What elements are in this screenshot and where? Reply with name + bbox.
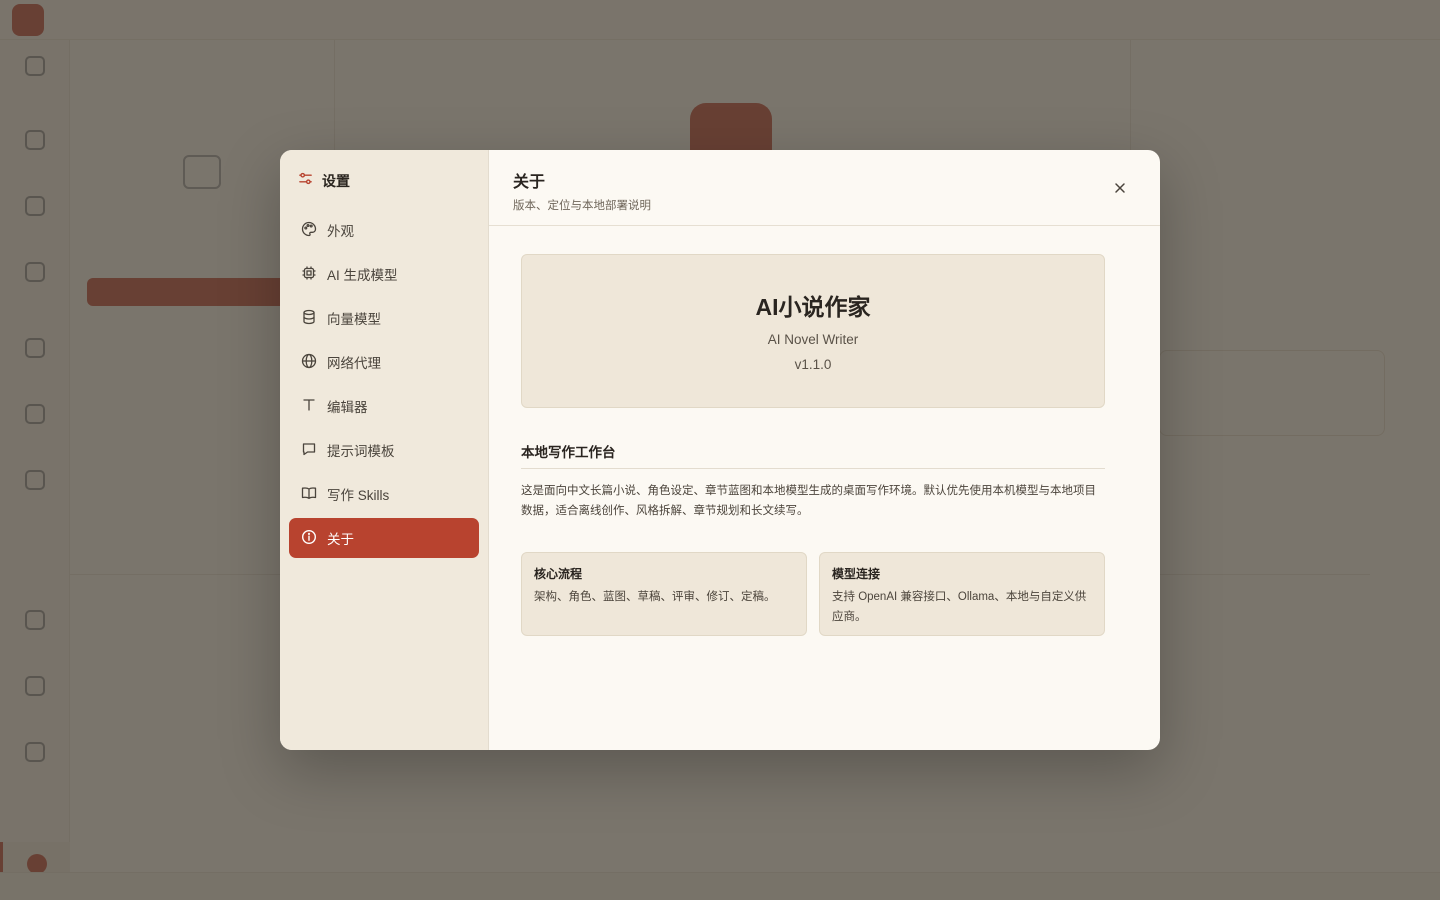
nav-item-label: 外观 bbox=[327, 224, 354, 239]
chat-icon bbox=[301, 441, 317, 460]
nav-item-label: 网络代理 bbox=[327, 356, 381, 371]
settings-header: 设置 bbox=[289, 170, 479, 192]
settings-sidebar: 设置 外观 AI 生成模型 向量模型 网络代理 编辑器 提示词模板 写作 Ski… bbox=[280, 150, 489, 750]
chip-icon bbox=[301, 265, 317, 284]
nav-item-label: 关于 bbox=[327, 532, 354, 547]
card-text: 架构、角色、蓝图、草稿、评审、修订、定稿。 bbox=[534, 591, 776, 603]
section-description: 这是面向中文长篇小说、角色设定、章节蓝图和本地模型生成的桌面写作环境。默认优先使… bbox=[521, 485, 1096, 517]
nav-item-editor[interactable]: 编辑器 bbox=[289, 386, 479, 426]
feature-card-core-flow: 核心流程 架构、角色、蓝图、草稿、评审、修订、定稿。 bbox=[521, 552, 807, 636]
nav-item-writing-skills[interactable]: 写作 Skills bbox=[289, 474, 479, 514]
feature-card-model-connection: 模型连接 支持 OpenAI 兼容接口、Ollama、本地与自定义供应商。 bbox=[819, 552, 1105, 636]
palette-icon bbox=[301, 221, 317, 240]
section-title: 本地写作工作台 bbox=[521, 445, 616, 460]
sliders-icon bbox=[298, 171, 313, 191]
globe-icon bbox=[301, 353, 317, 372]
nav-item-appearance[interactable]: 外观 bbox=[289, 210, 479, 250]
close-icon bbox=[1115, 183, 1125, 193]
settings-dialog: 设置 外观 AI 生成模型 向量模型 网络代理 编辑器 提示词模板 写作 Ski… bbox=[280, 150, 1160, 750]
close-button[interactable] bbox=[1110, 178, 1130, 198]
app-version: v1.1.0 bbox=[794, 357, 832, 372]
nav-item-vector-model[interactable]: 向量模型 bbox=[289, 298, 479, 338]
database-icon bbox=[301, 309, 317, 328]
content-header: 关于 版本、定位与本地部署说明 bbox=[489, 150, 1160, 226]
nav-item-prompt-templates[interactable]: 提示词模板 bbox=[289, 430, 479, 470]
card-title: 核心流程 bbox=[534, 567, 583, 581]
nav-item-label: 向量模型 bbox=[327, 312, 381, 327]
settings-content: 关于 版本、定位与本地部署说明 AI小说作家 AI Novel Writer v… bbox=[489, 150, 1160, 750]
nav-item-network-proxy[interactable]: 网络代理 bbox=[289, 342, 479, 382]
nav-item-label: 提示词模板 bbox=[327, 444, 395, 459]
text-icon bbox=[301, 397, 317, 416]
settings-title: 设置 bbox=[322, 173, 350, 189]
nav-item-label: 编辑器 bbox=[327, 400, 368, 415]
nav-item-ai-model[interactable]: AI 生成模型 bbox=[289, 254, 479, 294]
page-title: 关于 bbox=[513, 174, 546, 191]
nav-item-label: 写作 Skills bbox=[327, 488, 390, 503]
info-icon bbox=[301, 529, 317, 548]
nav-item-about[interactable]: 关于 bbox=[289, 518, 479, 558]
app-info-card: AI小说作家 AI Novel Writer v1.1.0 bbox=[521, 254, 1105, 408]
section-divider bbox=[521, 468, 1105, 469]
app-name: AI小说作家 bbox=[755, 294, 871, 320]
app-name-en: AI Novel Writer bbox=[767, 332, 859, 347]
card-title: 模型连接 bbox=[832, 567, 881, 581]
book-icon bbox=[301, 485, 317, 504]
page-subtitle: 版本、定位与本地部署说明 bbox=[513, 200, 651, 212]
nav-item-label: AI 生成模型 bbox=[327, 268, 398, 283]
card-text: 支持 OpenAI 兼容接口、Ollama、本地与自定义供应商。 bbox=[832, 591, 1087, 623]
